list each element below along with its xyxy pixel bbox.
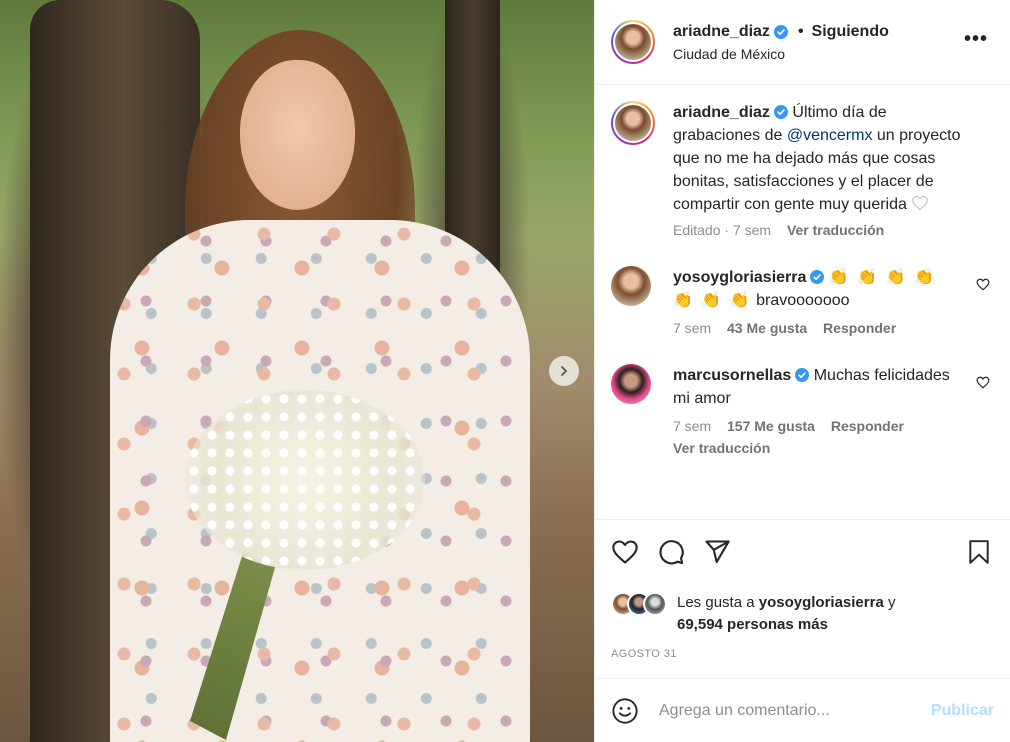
verified-badge-icon bbox=[773, 24, 788, 39]
comment-likes[interactable]: 43 Me gusta bbox=[727, 320, 807, 336]
caption-text: ariadne_diaz Último día de grabaciones d… bbox=[673, 101, 963, 216]
verified-badge-icon bbox=[810, 270, 825, 284]
following-button[interactable]: Siguiendo bbox=[812, 20, 889, 44]
likes-count[interactable]: 69,594 personas más bbox=[677, 616, 828, 633]
comment-composer: Publicar bbox=[595, 678, 1010, 742]
next-photo-button[interactable] bbox=[549, 356, 579, 386]
post-photo[interactable] bbox=[0, 0, 594, 742]
chevron-right-icon bbox=[561, 366, 567, 376]
comment-translate-link[interactable]: Ver traducción bbox=[673, 440, 770, 456]
likes-prefix: Les gusta a bbox=[677, 594, 759, 611]
bookmark-icon[interactable] bbox=[966, 538, 992, 566]
likes-conjunction: y bbox=[883, 594, 896, 611]
comment-time: 7 sem bbox=[673, 418, 712, 434]
comment-text: yosoygloriasierra 👏 👏 👏 👏 👏 👏 👏 bravoooo… bbox=[673, 266, 963, 312]
post-header: ariadne_diaz • Siguiendo Ciudad de Méxic… bbox=[595, 0, 1010, 85]
woman-figure bbox=[90, 30, 530, 742]
comments-section: ariadne_diaz Último día de grabaciones d… bbox=[595, 85, 1010, 519]
comment-meta: 7 sem 43 Me gusta Responder bbox=[673, 320, 994, 336]
like-comment-heart-icon[interactable] bbox=[976, 376, 990, 389]
commenter-username[interactable]: yosoygloriasierra bbox=[673, 269, 806, 286]
post-side-panel: ariadne_diaz • Siguiendo Ciudad de Méxic… bbox=[594, 0, 1010, 742]
author-username[interactable]: ariadne_diaz bbox=[673, 20, 770, 44]
caption-meta: Editado · 7 sem Ver traducción bbox=[673, 222, 994, 238]
face bbox=[240, 60, 355, 210]
comment-meta: 7 sem 157 Me gusta Responder bbox=[673, 418, 994, 434]
white-heart-emoji-icon bbox=[912, 195, 929, 211]
comment-input[interactable] bbox=[659, 701, 931, 720]
likes-summary: Les gusta a yosoygloriasierra y 69,594 p… bbox=[611, 592, 994, 636]
caption-time: Editado · 7 sem bbox=[673, 222, 772, 238]
caption-avatar[interactable] bbox=[611, 101, 655, 145]
publish-button[interactable]: Publicar bbox=[931, 702, 994, 720]
mention-link[interactable]: @vencermx bbox=[787, 127, 873, 144]
comment-body: bravooooooo bbox=[751, 292, 850, 309]
commenter-avatar[interactable] bbox=[611, 364, 651, 404]
comment-item: marcusornellas Muchas felicidades mi amo… bbox=[611, 364, 994, 410]
liker-avatars[interactable] bbox=[611, 592, 669, 618]
commenter-avatar[interactable] bbox=[611, 266, 651, 306]
commenter-username[interactable]: marcusornellas bbox=[673, 367, 791, 384]
caption-translate-link[interactable]: Ver traducción bbox=[787, 222, 884, 238]
reply-button[interactable]: Responder bbox=[823, 320, 896, 336]
author-avatar[interactable] bbox=[611, 20, 655, 64]
verified-badge-icon bbox=[795, 368, 810, 382]
reply-button[interactable]: Responder bbox=[831, 418, 904, 434]
flower-bouquet bbox=[185, 390, 425, 570]
verified-badge-icon bbox=[773, 105, 788, 119]
comment-item: yosoygloriasierra 👏 👏 👏 👏 👏 👏 👏 bravoooo… bbox=[611, 266, 994, 312]
separator-dot: • bbox=[797, 22, 804, 40]
emoji-icon[interactable] bbox=[611, 697, 639, 725]
post-date[interactable]: AGOSTO 31 bbox=[611, 648, 994, 660]
comment-likes[interactable]: 157 Me gusta bbox=[727, 418, 815, 434]
caption-username[interactable]: ariadne_diaz bbox=[673, 104, 770, 121]
caption: ariadne_diaz Último día de grabaciones d… bbox=[611, 101, 994, 216]
comment-text: marcusornellas Muchas felicidades mi amo… bbox=[673, 364, 963, 410]
comment-translate-row: Ver traducción bbox=[673, 440, 994, 456]
like-comment-heart-icon[interactable] bbox=[976, 278, 990, 291]
share-icon[interactable] bbox=[703, 538, 731, 566]
more-options-button[interactable]: ••• bbox=[964, 28, 988, 51]
heart-icon[interactable] bbox=[611, 539, 639, 565]
liker-username[interactable]: yosoygloriasierra bbox=[759, 594, 884, 611]
comment-icon[interactable] bbox=[657, 538, 685, 566]
comment-time: 7 sem bbox=[673, 320, 712, 336]
post-location[interactable]: Ciudad de México bbox=[673, 44, 889, 65]
action-bar: Les gusta a yosoygloriasierra y 69,594 p… bbox=[595, 519, 1010, 660]
instagram-post: ariadne_diaz • Siguiendo Ciudad de Méxic… bbox=[0, 0, 1010, 742]
